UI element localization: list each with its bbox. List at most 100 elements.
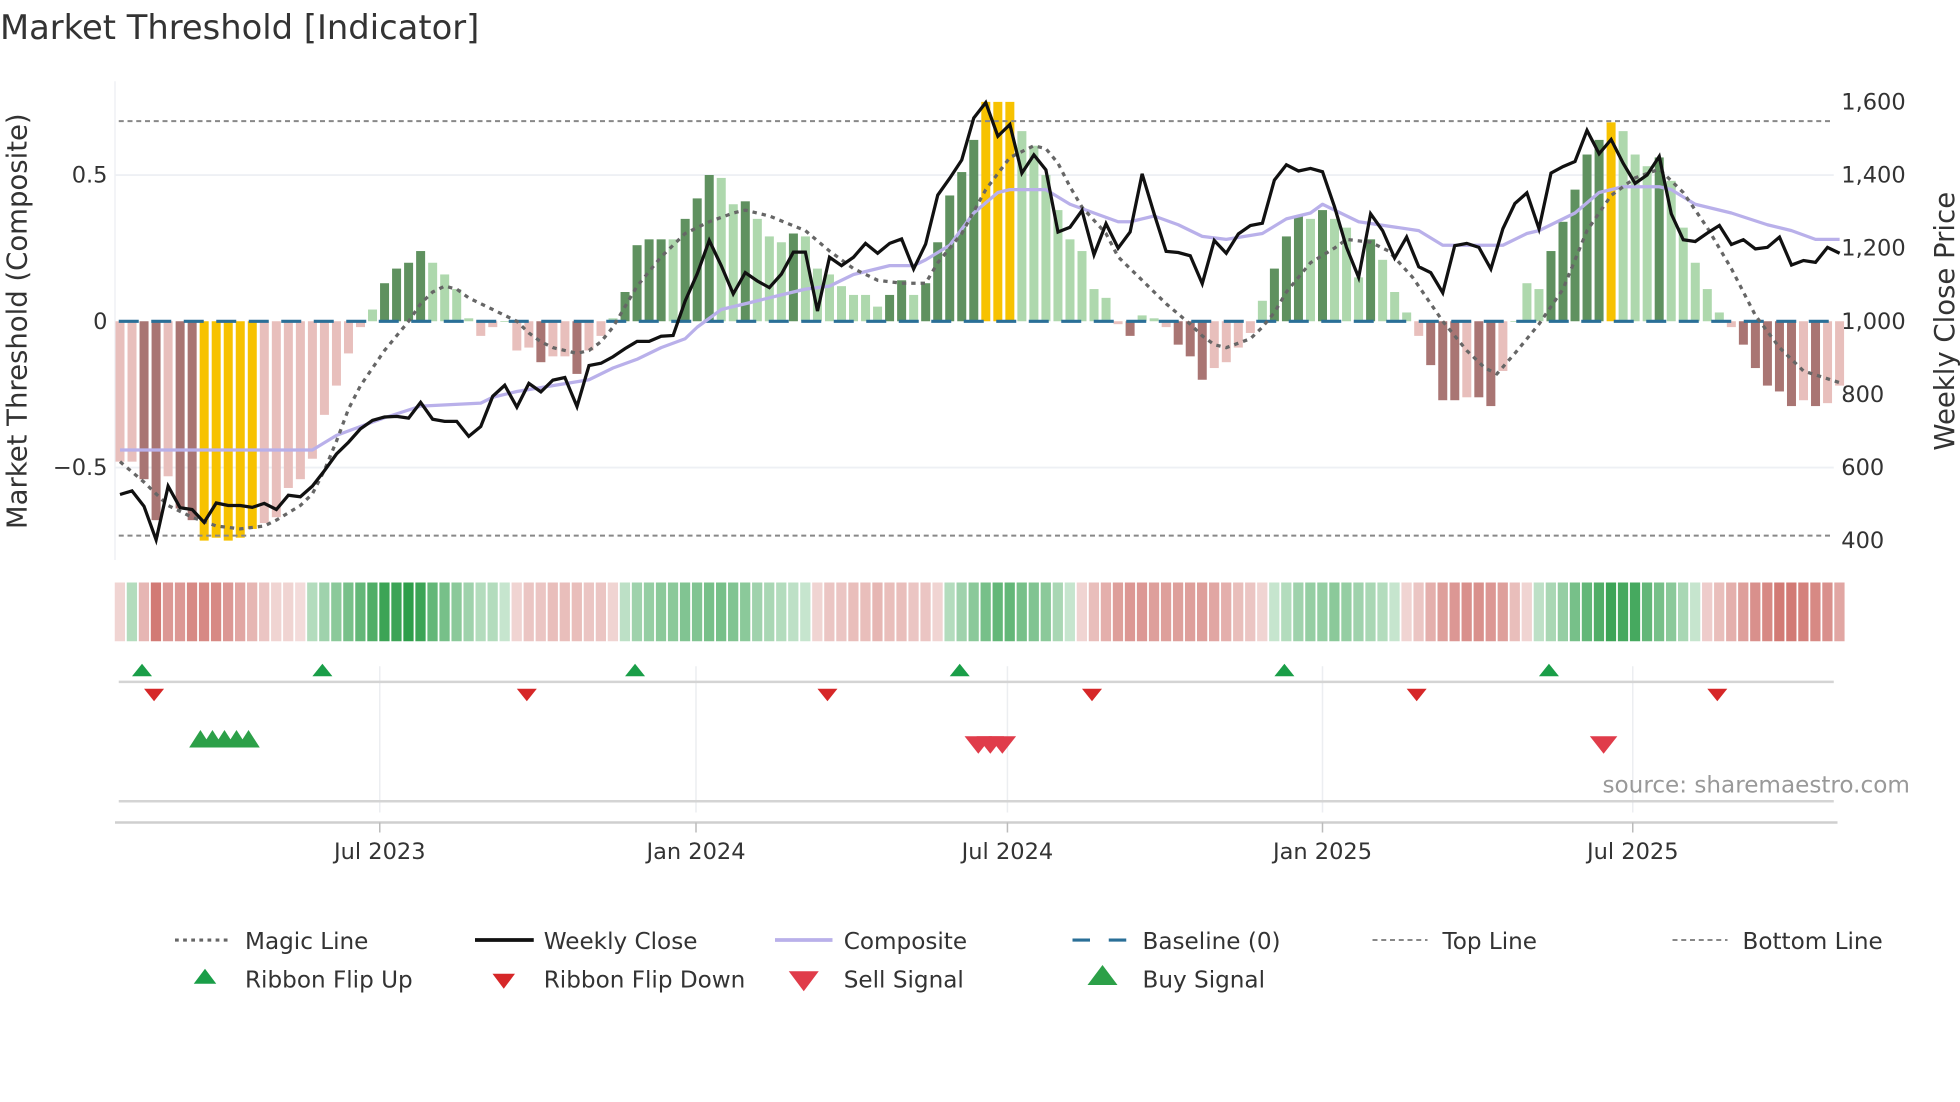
ribbon-cell bbox=[1317, 582, 1328, 642]
ribbon-cell bbox=[1257, 582, 1268, 642]
ribbon-cell bbox=[619, 582, 631, 642]
composite-bar bbox=[151, 321, 161, 521]
magic-line bbox=[118, 144, 1841, 531]
composite-bar bbox=[1113, 321, 1123, 325]
composite-bar bbox=[885, 294, 895, 322]
ribbon-cell bbox=[559, 582, 570, 642]
ribbon-cell bbox=[499, 582, 510, 642]
legend: Magic Line Weekly Close Composite Baseli… bbox=[175, 929, 1883, 994]
ribbon-cell bbox=[1269, 582, 1280, 642]
x-tick-label: Jul 2023 bbox=[332, 839, 426, 865]
ribbon-cell bbox=[872, 582, 883, 642]
ribbon-cell bbox=[1569, 582, 1581, 642]
composite-bar bbox=[873, 306, 883, 322]
composite-bar bbox=[1582, 154, 1592, 322]
ribbon-cell bbox=[1581, 582, 1593, 642]
ribbon-cell bbox=[1641, 582, 1653, 642]
ribbon-cell bbox=[439, 582, 450, 642]
left-axis-label: Market Threshold (Composite) bbox=[1, 113, 33, 529]
ribbon-cell bbox=[908, 582, 919, 642]
composite-bar bbox=[512, 321, 522, 351]
x-tick-label: Jul 2024 bbox=[960, 839, 1054, 865]
ribbon-cell bbox=[944, 582, 955, 642]
right-tick-label: 400 bbox=[1841, 528, 1884, 554]
composite-bar bbox=[247, 321, 257, 529]
ribbon-cell bbox=[1437, 582, 1448, 642]
ribbon-cell bbox=[1497, 582, 1508, 642]
composite-bar bbox=[1330, 218, 1340, 322]
composite-bar bbox=[584, 321, 594, 351]
composite-bar bbox=[1029, 145, 1039, 322]
ribbon-cell bbox=[1377, 582, 1388, 642]
ribbon-cell bbox=[1413, 582, 1424, 642]
signal-markers bbox=[132, 663, 1728, 754]
composite-bar bbox=[1654, 157, 1664, 322]
composite-bar bbox=[1077, 251, 1087, 322]
composite-bar bbox=[440, 274, 450, 322]
composite-bar bbox=[115, 321, 125, 462]
ribbon-cell bbox=[126, 582, 138, 642]
ribbon-cell bbox=[1401, 582, 1412, 642]
ribbon-cell bbox=[535, 582, 546, 642]
composite-bar bbox=[945, 195, 955, 322]
ribbon-cell bbox=[1064, 582, 1075, 642]
legend-label: Ribbon Flip Up bbox=[245, 968, 413, 994]
ribbon-cell bbox=[1197, 582, 1208, 642]
ribbon-cell bbox=[860, 582, 871, 642]
composite-bar bbox=[1702, 289, 1712, 322]
composite-bar bbox=[452, 289, 462, 322]
legend-label: Sell Signal bbox=[844, 968, 964, 994]
composite-bar bbox=[1462, 321, 1472, 398]
ribbon-cell bbox=[679, 582, 691, 642]
ribbon-cell bbox=[1473, 582, 1484, 642]
ribbon-cell bbox=[1281, 582, 1292, 642]
ribbon-cell bbox=[162, 582, 174, 642]
composite-bar bbox=[1089, 289, 1099, 322]
ribbon-cell bbox=[1341, 582, 1352, 642]
composite-bar bbox=[259, 321, 269, 524]
composite-bar bbox=[1799, 321, 1808, 401]
composite-bar bbox=[1065, 239, 1075, 322]
right-axis-ticks: 1,600 1,400 1,200 1,000 800 600 400 bbox=[1841, 89, 1905, 554]
composite-bar bbox=[476, 321, 486, 336]
ribbon-cell bbox=[1425, 582, 1436, 642]
ribbon-cell bbox=[1040, 582, 1051, 642]
legend-item-baseline: Baseline (0) bbox=[1072, 929, 1281, 955]
composite-bar bbox=[319, 321, 329, 415]
chart-title: Market Threshold [Indicator] bbox=[0, 8, 479, 47]
ribbon-cell bbox=[259, 582, 270, 642]
composite-bar bbox=[1101, 297, 1111, 322]
x-tick-label: Jan 2024 bbox=[644, 839, 745, 865]
composite-bar bbox=[824, 274, 834, 322]
composite-bar bbox=[776, 242, 786, 322]
composite-bar bbox=[464, 318, 474, 322]
ribbon-cell bbox=[1221, 582, 1232, 642]
ribbon-cell bbox=[463, 582, 474, 642]
ribbon-cell bbox=[210, 582, 222, 642]
composite-bar bbox=[1041, 175, 1051, 322]
ribbon-cell bbox=[968, 582, 979, 642]
ribbon-flip-up-marker bbox=[132, 663, 153, 677]
composite-bar bbox=[343, 321, 353, 354]
composite-bar bbox=[1185, 321, 1195, 357]
composite-line bbox=[120, 185, 1840, 452]
triangle-down-icon bbox=[788, 971, 819, 992]
composite-bar bbox=[1221, 321, 1231, 363]
legend-label: Magic Line bbox=[245, 929, 368, 955]
composite-bar bbox=[1823, 321, 1833, 404]
ribbon-cell bbox=[1209, 582, 1220, 642]
market-threshold-chart: Market Threshold [Indicator] 0.5 0 −0.5 1,… bbox=[0, 8, 1960, 994]
ribbon-cell bbox=[1822, 582, 1833, 642]
legend-item-ribbon-flip-up: Ribbon Flip Up bbox=[193, 968, 413, 994]
ribbon-flip-up-marker bbox=[949, 663, 970, 677]
composite-bar bbox=[716, 177, 726, 322]
composite-bar bbox=[500, 321, 510, 323]
ribbon-cell bbox=[740, 582, 751, 642]
composite-bar bbox=[416, 251, 426, 322]
ribbon-cell bbox=[1028, 582, 1039, 642]
ribbon-cell bbox=[379, 582, 390, 642]
composite-bar bbox=[548, 321, 558, 357]
composite-bar bbox=[1318, 210, 1327, 322]
ribbon-cell bbox=[583, 582, 594, 642]
triangle-up-icon bbox=[1087, 965, 1118, 985]
